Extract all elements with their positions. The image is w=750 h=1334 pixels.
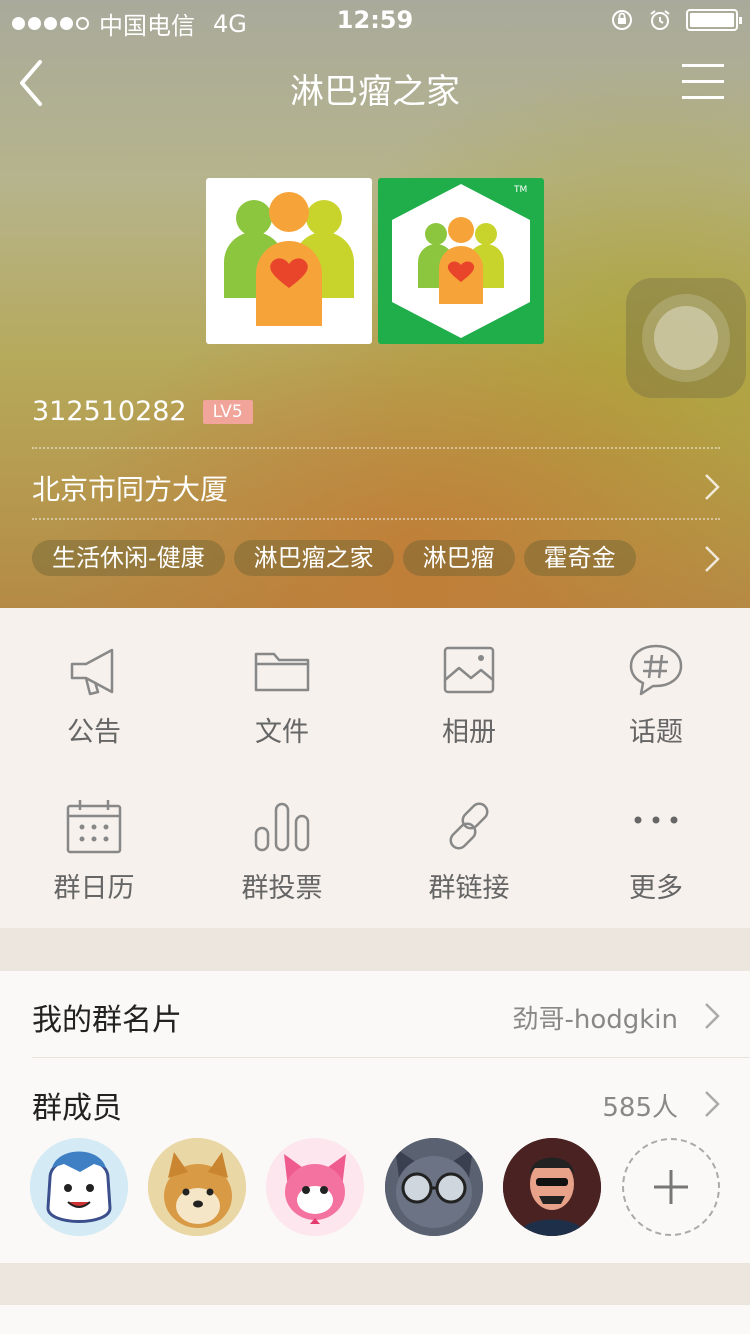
tag-chip[interactable]: 淋巴瘤之家 (233, 540, 394, 576)
feature-label: 相册 (442, 717, 496, 748)
hashtag-icon (629, 644, 683, 696)
folder-icon (254, 652, 310, 692)
status-bar: 中国电信 4G 12:59 (0, 0, 750, 40)
page-title: 淋巴瘤之家 (290, 72, 460, 112)
level-badge: LV5 (202, 399, 253, 424)
bar-chart-icon (254, 802, 310, 852)
group-avatar-secondary[interactable]: TM (378, 178, 544, 344)
divider (32, 518, 720, 520)
calendar-icon (66, 800, 122, 854)
feature-calendar[interactable]: 群日历 (0, 764, 188, 920)
group-avatar-primary[interactable] (206, 178, 372, 344)
cat-sunglasses-avatar (385, 1138, 483, 1236)
navigation-bar: 淋巴瘤之家 (0, 40, 750, 130)
plus-icon (654, 1170, 688, 1204)
chevron-right-icon[interactable] (702, 1089, 722, 1119)
feature-announcement[interactable]: 公告 (0, 608, 188, 764)
feature-files[interactable]: 文件 (188, 608, 376, 764)
member-avatar[interactable] (503, 1138, 601, 1236)
feature-label: 群投票 (241, 873, 323, 904)
feature-link[interactable]: 群链接 (375, 764, 563, 920)
group-number-row: 312510282 LV5 (32, 396, 253, 427)
family-heart-hexagon-logo: TM (392, 184, 530, 338)
feature-label: 公告 (67, 717, 121, 748)
section-spacer (0, 928, 750, 971)
divider (32, 447, 720, 449)
feature-label: 群链接 (428, 873, 510, 904)
group-number: 312510282 (32, 396, 187, 427)
my-card-value[interactable]: 劲哥-hodgkin (512, 999, 678, 1036)
cartoon-character-avatar (30, 1138, 128, 1236)
section-spacer (0, 1263, 750, 1305)
more-icon (634, 816, 678, 824)
divider (32, 1057, 750, 1058)
illustrated-man-avatar (503, 1138, 601, 1236)
tag-chip[interactable]: 淋巴瘤 (402, 540, 515, 576)
next-section-card (0, 1305, 750, 1334)
chevron-right-icon[interactable] (702, 472, 722, 502)
feature-album[interactable]: 相册 (375, 608, 563, 764)
member-avatar[interactable] (266, 1138, 364, 1236)
tag-chip[interactable]: 生活休闲-健康 (32, 540, 225, 576)
feature-label: 群日历 (53, 873, 135, 904)
feature-more[interactable]: 更多 (562, 764, 750, 920)
members-count[interactable]: 585人 (602, 1087, 678, 1124)
rotation-lock-icon (612, 10, 632, 30)
member-avatar[interactable] (385, 1138, 483, 1236)
alarm-icon (650, 10, 670, 30)
member-avatar[interactable] (148, 1138, 246, 1236)
feature-label: 话题 (629, 717, 683, 748)
feature-label: 文件 (255, 717, 309, 748)
chevron-right-icon[interactable] (702, 1001, 722, 1031)
my-card-label[interactable]: 我的群名片 (32, 995, 182, 1039)
feature-label: 更多 (629, 873, 683, 904)
megaphone-icon (70, 648, 114, 696)
feature-topics[interactable]: 话题 (562, 608, 750, 764)
group-header-background: 中国电信 4G 12:59 淋巴瘤之家 TM 312510282 LV5 北京市… (0, 0, 750, 608)
add-member-button[interactable] (622, 1138, 720, 1236)
dog-photo-avatar (148, 1138, 246, 1236)
link-icon (449, 802, 489, 850)
chevron-right-icon[interactable] (702, 544, 722, 574)
family-heart-logo (224, 192, 354, 326)
feature-grid: 公告 文件 相册 话题 群日历 群投票 群链接 更多 (0, 608, 750, 928)
tag-chip[interactable]: 霍奇金 (523, 540, 636, 576)
svg-text:TM: TM (513, 185, 527, 195)
image-icon (443, 646, 495, 694)
pink-fox-avatar (266, 1138, 364, 1236)
battery-icon (686, 9, 742, 31)
members-label[interactable]: 群成员 (32, 1083, 122, 1127)
group-location[interactable]: 北京市同方大厦 (32, 468, 228, 508)
menu-button[interactable] (682, 64, 724, 104)
assistive-touch-button[interactable] (626, 278, 746, 398)
member-avatar[interactable] (30, 1138, 128, 1236)
feature-vote[interactable]: 群投票 (188, 764, 376, 920)
group-tags[interactable]: 生活休闲-健康 淋巴瘤之家 淋巴瘤 霍奇金 (32, 540, 636, 576)
